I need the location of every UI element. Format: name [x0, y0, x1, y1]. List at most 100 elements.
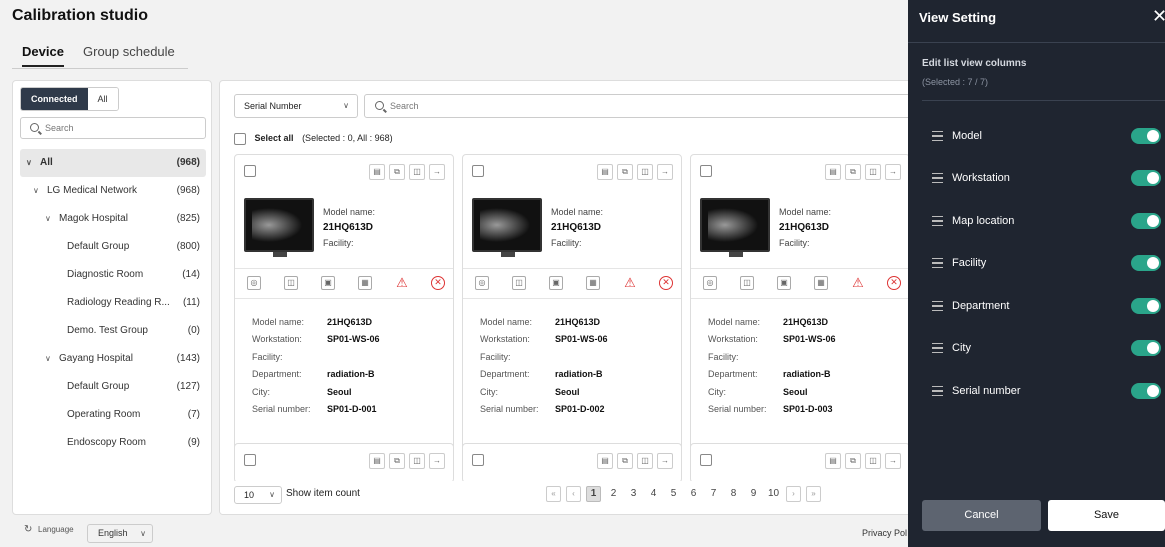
document-icon[interactable]: ▦ — [814, 276, 828, 290]
screen-check-icon[interactable]: ▣ — [777, 276, 791, 290]
arrow-right-icon[interactable]: → — [429, 453, 445, 469]
warning-icon[interactable]: ⚠ — [851, 276, 865, 290]
report-icon[interactable]: ▤ — [369, 453, 385, 469]
error-icon[interactable]: ✕ — [887, 276, 901, 290]
sort-field-select[interactable]: Serial Number ∨ — [234, 94, 358, 118]
column-toggle-map-location[interactable] — [1131, 213, 1161, 229]
column-toggle-department[interactable] — [1131, 298, 1161, 314]
tree-node-operating-room[interactable]: Operating Room (7) — [20, 401, 206, 429]
report-icon[interactable]: ▤ — [825, 164, 841, 180]
device-checkbox[interactable] — [700, 454, 712, 466]
select-all-checkbox[interactable] — [234, 132, 246, 145]
copy-icon[interactable]: ⧉ — [617, 453, 633, 469]
delete-icon[interactable]: ◫ — [409, 164, 425, 180]
filter-connected-button[interactable]: Connected — [21, 88, 88, 110]
device-checkbox[interactable] — [244, 454, 256, 466]
arrow-right-icon[interactable]: → — [885, 164, 901, 180]
arrow-right-icon[interactable]: → — [885, 453, 901, 469]
page-4[interactable]: 4 — [646, 486, 661, 502]
drag-handle-icon[interactable] — [932, 301, 943, 311]
report-icon[interactable]: ▤ — [369, 164, 385, 180]
delete-icon[interactable]: ◫ — [637, 453, 653, 469]
tree-node-default-group-gayang[interactable]: Default Group (127) — [20, 373, 206, 401]
select-all-label[interactable]: Select all — [255, 133, 294, 143]
filter-all-button[interactable]: All — [87, 88, 118, 110]
report-icon[interactable]: ▤ — [825, 453, 841, 469]
copy-icon[interactable]: ⧉ — [389, 164, 405, 180]
drag-handle-icon[interactable] — [932, 173, 943, 183]
tree-node-diagnostic-room[interactable]: Diagnostic Room (14) — [20, 261, 206, 289]
tree-search-input[interactable]: Search — [20, 117, 206, 139]
calibrate-icon[interactable]: ◎ — [475, 276, 489, 290]
drag-handle-icon[interactable] — [932, 131, 943, 141]
chevron-down-icon[interactable]: ∨ — [45, 205, 51, 233]
copy-icon[interactable]: ⧉ — [617, 164, 633, 180]
clipboard-icon[interactable]: ◫ — [512, 276, 526, 290]
cancel-button[interactable]: Cancel — [922, 500, 1041, 531]
screen-check-icon[interactable]: ▣ — [321, 276, 335, 290]
error-icon[interactable]: ✕ — [659, 276, 673, 290]
next-page-icon[interactable]: › — [786, 486, 801, 502]
report-icon[interactable]: ▤ — [597, 453, 613, 469]
chevron-down-icon[interactable]: ∨ — [26, 149, 32, 177]
page-10[interactable]: 10 — [766, 486, 781, 502]
document-icon[interactable]: ▦ — [586, 276, 600, 290]
warning-icon[interactable]: ⚠ — [395, 276, 409, 290]
tab-group-schedule[interactable]: Group schedule — [83, 44, 175, 59]
device-checkbox[interactable] — [472, 165, 484, 177]
error-icon[interactable]: ✕ — [431, 276, 445, 290]
page-9[interactable]: 9 — [746, 486, 761, 502]
page-5[interactable]: 5 — [666, 486, 681, 502]
column-toggle-model[interactable] — [1131, 128, 1161, 144]
tab-device[interactable]: Device — [22, 44, 64, 67]
prev-page-icon[interactable]: ‹ — [566, 486, 581, 502]
column-toggle-workstation[interactable] — [1131, 170, 1161, 186]
warning-icon[interactable]: ⚠ — [623, 276, 637, 290]
tree-node-gayang-hospital[interactable]: ∨ Gayang Hospital (143) — [20, 345, 206, 373]
arrow-right-icon[interactable]: → — [657, 164, 673, 180]
arrow-right-icon[interactable]: → — [429, 164, 445, 180]
clipboard-icon[interactable]: ◫ — [740, 276, 754, 290]
delete-icon[interactable]: ◫ — [409, 453, 425, 469]
chevron-down-icon[interactable]: ∨ — [33, 177, 39, 205]
tree-node-default-group[interactable]: Default Group (800) — [20, 233, 206, 261]
tree-node-all[interactable]: ∨ All (968) — [20, 149, 206, 177]
last-page-icon[interactable]: » — [806, 486, 821, 502]
calibrate-icon[interactable]: ◎ — [703, 276, 717, 290]
save-button[interactable]: Save — [1048, 500, 1165, 531]
device-checkbox[interactable] — [472, 454, 484, 466]
report-icon[interactable]: ▤ — [597, 164, 613, 180]
tree-node-magok-hospital[interactable]: ∨ Magok Hospital (825) — [20, 205, 206, 233]
column-toggle-serial-number[interactable] — [1131, 383, 1161, 399]
page-7[interactable]: 7 — [706, 486, 721, 502]
calibrate-icon[interactable]: ◎ — [247, 276, 261, 290]
drag-handle-icon[interactable] — [932, 216, 943, 226]
device-checkbox[interactable] — [244, 165, 256, 177]
device-search-input[interactable]: Search — [364, 94, 918, 118]
screen-check-icon[interactable]: ▣ — [549, 276, 563, 290]
tree-node-endoscopy-room[interactable]: Endoscopy Room (9) — [20, 429, 206, 457]
language-select[interactable]: English ∨ — [87, 524, 153, 543]
tree-node-lg-medical-network[interactable]: ∨ LG Medical Network (968) — [20, 177, 206, 205]
column-toggle-facility[interactable] — [1131, 255, 1161, 271]
page-8[interactable]: 8 — [726, 486, 741, 502]
delete-icon[interactable]: ◫ — [865, 164, 881, 180]
copy-icon[interactable]: ⧉ — [845, 453, 861, 469]
arrow-right-icon[interactable]: → — [657, 453, 673, 469]
drag-handle-icon[interactable] — [932, 386, 943, 396]
drag-handle-icon[interactable] — [932, 343, 943, 353]
tree-node-demo-test-group[interactable]: Demo. Test Group (0) — [20, 317, 206, 345]
copy-icon[interactable]: ⧉ — [389, 453, 405, 469]
page-1[interactable]: 1 — [586, 486, 601, 502]
close-icon[interactable]: ✕ — [1152, 6, 1165, 27]
column-toggle-city[interactable] — [1131, 340, 1161, 356]
delete-icon[interactable]: ◫ — [865, 453, 881, 469]
privacy-policy-link[interactable]: Privacy Pol — [862, 528, 907, 538]
item-count-select[interactable]: 10 ∨ — [234, 486, 282, 504]
page-3[interactable]: 3 — [626, 486, 641, 502]
delete-icon[interactable]: ◫ — [637, 164, 653, 180]
document-icon[interactable]: ▦ — [358, 276, 372, 290]
chevron-down-icon[interactable]: ∨ — [45, 345, 51, 373]
page-6[interactable]: 6 — [686, 486, 701, 502]
page-2[interactable]: 2 — [606, 486, 621, 502]
